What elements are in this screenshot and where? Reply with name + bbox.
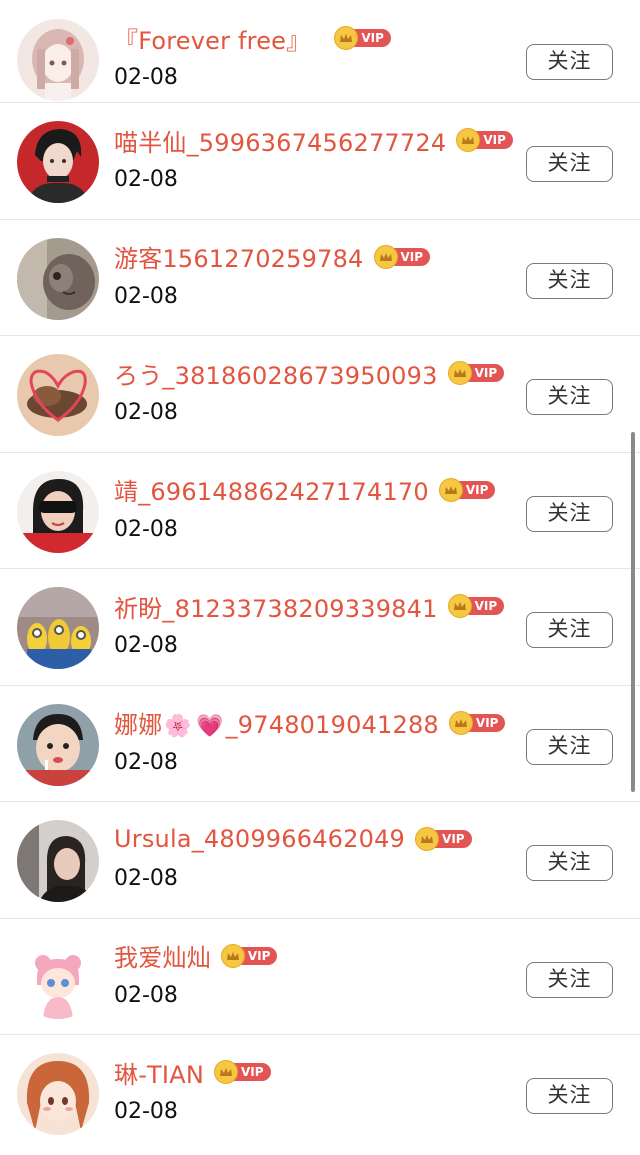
date-label: 02-08 [114,982,178,1008]
follow-button[interactable]: 关注 [526,379,613,415]
follow-button[interactable]: 关注 [526,495,613,532]
avatar[interactable] [17,820,99,902]
avatar[interactable] [17,354,99,436]
name-line: 我爱灿灿 VIP [114,936,278,976]
date-label: 02-08 [114,400,178,425]
cartoon-bear-icon [17,936,99,1019]
user-name[interactable]: 游客1561270259784 [114,239,364,274]
user-name[interactable]: 祈盼_81233738209339841 [114,589,438,624]
list-item[interactable]: 琳-TIAN VIP 02-08 关注 [0,1035,640,1152]
list-item[interactable]: 我爱灿灿 VIP 02-08 关注 [0,919,640,1035]
vip-badge: VIP [415,827,472,851]
flower-emoji-icon: 🌸 [164,714,192,739]
avatar[interactable] [17,1053,99,1135]
follow-button[interactable]: 关注 [526,961,613,998]
date-label: 02-08 [114,167,178,192]
sunglasses-woman-icon [17,470,99,553]
name-line: 娜娜🌸 💗_9748019041288 VIP [114,703,506,743]
anime-man-icon [17,121,99,203]
user-name-id: _9748019041288 [225,711,439,739]
date-label: 02-08 [114,633,178,658]
vip-badge: VIP [373,244,431,269]
avatar[interactable] [17,703,99,786]
crown-icon [220,943,245,968]
vip-badge: VIP [213,1060,271,1084]
vip-badge: VIP [334,26,391,50]
follow-button[interactable]: 关注 [526,44,613,80]
user-name-text: 娜娜 [114,711,163,739]
name-line: 祈盼_81233738209339841 VIP [114,586,505,626]
list-item[interactable]: 祈盼_81233738209339841 VIP 02-08 关注 [0,569,640,686]
follow-button[interactable]: 关注 [526,262,613,299]
follow-button[interactable]: 关注 [526,1078,613,1114]
child-photo-icon [17,703,99,786]
hair-heart-icon [17,354,99,436]
user-name[interactable]: 我爱灿灿 [114,938,211,973]
date-label: 02-08 [114,1099,178,1124]
date-label: 02-08 [114,65,178,90]
vip-badge: VIP [447,361,505,385]
list-item[interactable]: Ursula_4809966462049 VIP 02-08 关注 [0,802,640,919]
user-name[interactable]: ろう_38186028673950093 [114,356,438,391]
scrollbar[interactable] [631,432,635,792]
crown-icon [373,244,398,269]
crown-icon [213,1060,238,1084]
list-item[interactable]: 娜娜🌸 💗_9748019041288 VIP 02-08 关注 [0,686,640,802]
user-name[interactable]: 琳-TIAN [114,1055,204,1090]
vip-badge: VIP [448,710,506,735]
avatar[interactable] [17,121,99,203]
user-name[interactable]: Ursula_4809966462049 [114,825,405,853]
girl-illustration-icon [17,19,99,101]
crown-icon [447,361,472,385]
follow-button[interactable]: 关注 [526,728,613,765]
date-label: 02-08 [114,749,178,775]
cat-photo-icon [17,237,99,320]
avatar[interactable] [17,936,99,1019]
avatar[interactable] [17,237,99,320]
list-item[interactable]: 喵半仙_5996367456277724 VIP 02-08 关注 [0,103,640,220]
name-line: 『Forever free』 VIP [114,18,391,58]
vip-badge: VIP [456,128,513,152]
date-label: 02-08 [114,283,178,309]
crown-icon [415,827,440,851]
minions-icon [17,587,99,669]
follow-button[interactable]: 关注 [526,612,613,648]
vip-badge: VIP [447,594,505,618]
follow-button[interactable]: 关注 [526,146,613,182]
user-name[interactable]: 喵半仙_5996367456277724 [114,123,446,158]
avatar[interactable] [17,587,99,669]
avatar[interactable] [17,470,99,553]
crown-icon [438,477,463,502]
heart-emoji-icon: 💗 [196,714,224,739]
anime-girl-icon [17,1053,99,1135]
name-line: ろう_38186028673950093 VIP [114,353,505,393]
avatar[interactable] [17,19,99,101]
list-item[interactable]: ろう_38186028673950093 VIP 02-08 关注 [0,336,640,453]
list-item[interactable]: 游客1561270259784 VIP 02-08 关注 [0,220,640,336]
list-item[interactable]: 『Forever free』 VIP 02-08 关注 [0,0,640,103]
follower-list: 『Forever free』 VIP 02-08 关注 喵半仙_59963674… [0,0,640,1152]
woman-photo-icon [17,820,99,902]
user-name[interactable]: 靖_696148862427174170 [114,472,429,507]
user-name[interactable]: 娜娜🌸 💗_9748019041288 [114,705,439,740]
date-label: 02-08 [114,866,178,891]
list-item[interactable]: 靖_696148862427174170 VIP 02-08 关注 [0,453,640,569]
date-label: 02-08 [114,516,178,542]
vip-badge: VIP [438,477,496,502]
vip-badge: VIP [220,943,278,968]
name-line: 琳-TIAN VIP [114,1052,271,1092]
name-line: 喵半仙_5996367456277724 VIP [114,120,513,160]
follow-button[interactable]: 关注 [526,845,613,881]
crown-icon [447,594,472,618]
name-line: Ursula_4809966462049 VIP [114,819,472,859]
name-line: 靖_696148862427174170 VIP [114,470,496,510]
name-line: 游客1561270259784 VIP [114,237,431,277]
user-name[interactable]: 『Forever free』 [114,21,310,56]
crown-icon [448,710,473,735]
